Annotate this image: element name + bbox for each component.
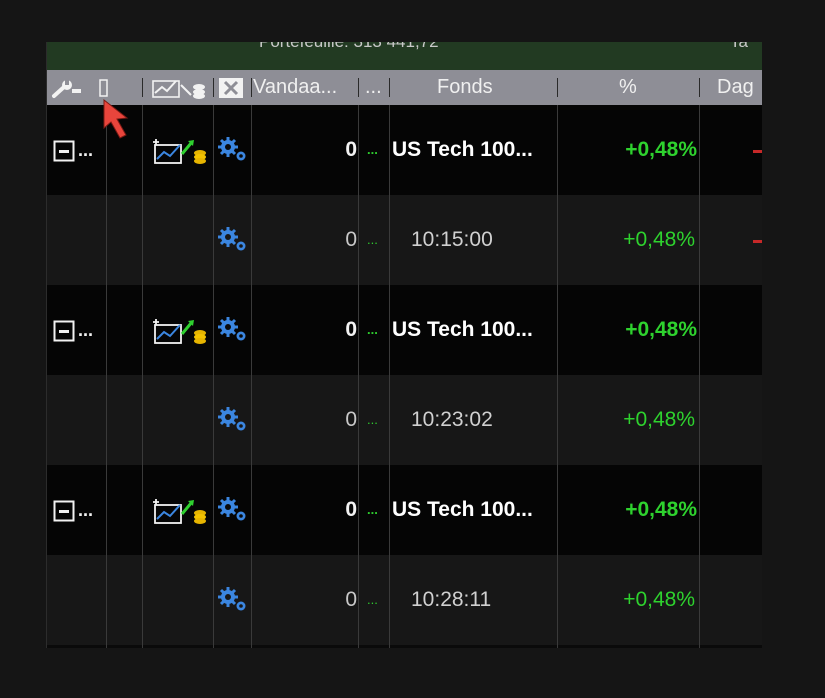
column-header-percent[interactable]: % [619, 70, 649, 105]
header-separator [557, 78, 558, 97]
table-row[interactable]: 0 ... 10:15:00 +0,48% [47, 195, 762, 285]
order-time: 10:23:02 [411, 408, 493, 431]
expand-label: ... [78, 320, 94, 340]
column-header-dag[interactable]: Dag [717, 70, 762, 105]
close-square-icon[interactable] [218, 77, 244, 105]
table-row[interactable]: 0 ... 10:28:11 +0,48% [47, 555, 762, 645]
status-dots: ... [367, 592, 378, 607]
fund-name[interactable]: US Tech 100... [392, 465, 557, 555]
order-time: 10:15:00 [411, 228, 493, 251]
portfolio-title-right: Ta [730, 42, 748, 52]
header-separator [358, 78, 359, 97]
status-dots: ... [367, 142, 378, 157]
vandaag-value: 0 [345, 588, 357, 611]
negative-marker [753, 150, 762, 153]
percent-change: +0,48% [625, 138, 697, 161]
header-separator [142, 78, 143, 97]
table-row[interactable]: 0 ... 10:23:02 +0,48% [47, 375, 762, 465]
gears-icon[interactable] [217, 497, 249, 528]
collapse-minus-icon[interactable] [53, 140, 75, 167]
gears-icon[interactable] [217, 587, 249, 618]
vandaag-value: 0 [345, 408, 357, 431]
header-separator [251, 78, 252, 97]
percent-change: +0,48% [623, 228, 695, 251]
status-dots: ... [367, 412, 378, 427]
column-divider [389, 105, 390, 648]
wrench-icon[interactable] [51, 77, 83, 105]
column-divider [557, 105, 558, 648]
vandaag-value: 0 [345, 318, 357, 341]
percent-change: +0,48% [625, 498, 697, 521]
percent-change: +0,48% [625, 318, 697, 341]
vandaag-value: 0 [345, 498, 357, 521]
collapse-minus-icon[interactable] [53, 500, 75, 527]
vandaag-value: 0 [345, 138, 357, 161]
table-row[interactable]: ... 0 ... US Tech 100... +0,48% [47, 465, 762, 555]
header-separator [213, 78, 214, 97]
gears-icon[interactable] [217, 137, 249, 168]
column-divider [213, 105, 214, 648]
collapse-minus-icon[interactable] [53, 320, 75, 347]
column-divider [142, 105, 143, 648]
column-divider [358, 105, 359, 648]
chart-coins-icon[interactable] [152, 316, 210, 351]
expand-label: ... [78, 500, 94, 520]
column-header-ellipsis[interactable]: ... [365, 70, 391, 105]
column-header-vandaag[interactable]: Vandaa... [253, 70, 357, 105]
percent-change: +0,48% [623, 408, 695, 431]
column-divider [106, 105, 107, 648]
header-separator [389, 78, 390, 97]
fund-name[interactable]: US Tech 100... [392, 105, 557, 195]
status-dots: ... [367, 322, 378, 337]
portfolio-title-bar: Portefeuille: 313 441,72 Ta [47, 42, 762, 71]
order-time: 10:28:11 [411, 588, 492, 611]
status-dots: ... [367, 232, 378, 247]
gears-icon[interactable] [217, 407, 249, 438]
percent-change: +0,48% [623, 588, 695, 611]
table-row[interactable]: ... 0 ... US Tech 100... +0,48% [47, 285, 762, 375]
fund-name[interactable]: US Tech 100... [392, 285, 557, 375]
negative-marker [753, 240, 762, 243]
vandaag-value: 0 [345, 228, 357, 251]
cursor-arrow-icon [100, 98, 136, 149]
column-header-row: Vandaa... ... Fonds % Dag [47, 70, 762, 106]
chart-coins-icon[interactable] [152, 136, 210, 171]
header-separator [699, 78, 700, 97]
status-dots: ... [367, 502, 378, 517]
gears-icon[interactable] [217, 227, 249, 258]
column-header-fonds[interactable]: Fonds [437, 70, 517, 105]
column-divider [699, 105, 700, 648]
portfolio-panel: Portefeuille: 313 441,72 Ta [46, 42, 762, 648]
column-divider [251, 105, 252, 648]
portfolio-title: Portefeuille: 313 441,72 [259, 42, 439, 52]
chart-coins-icon[interactable] [152, 496, 210, 531]
chart-coins-icon[interactable] [151, 75, 209, 105]
table-row[interactable]: ... 0 ... US Tech 100... +0,48% [47, 105, 762, 195]
gears-icon[interactable] [217, 317, 249, 348]
